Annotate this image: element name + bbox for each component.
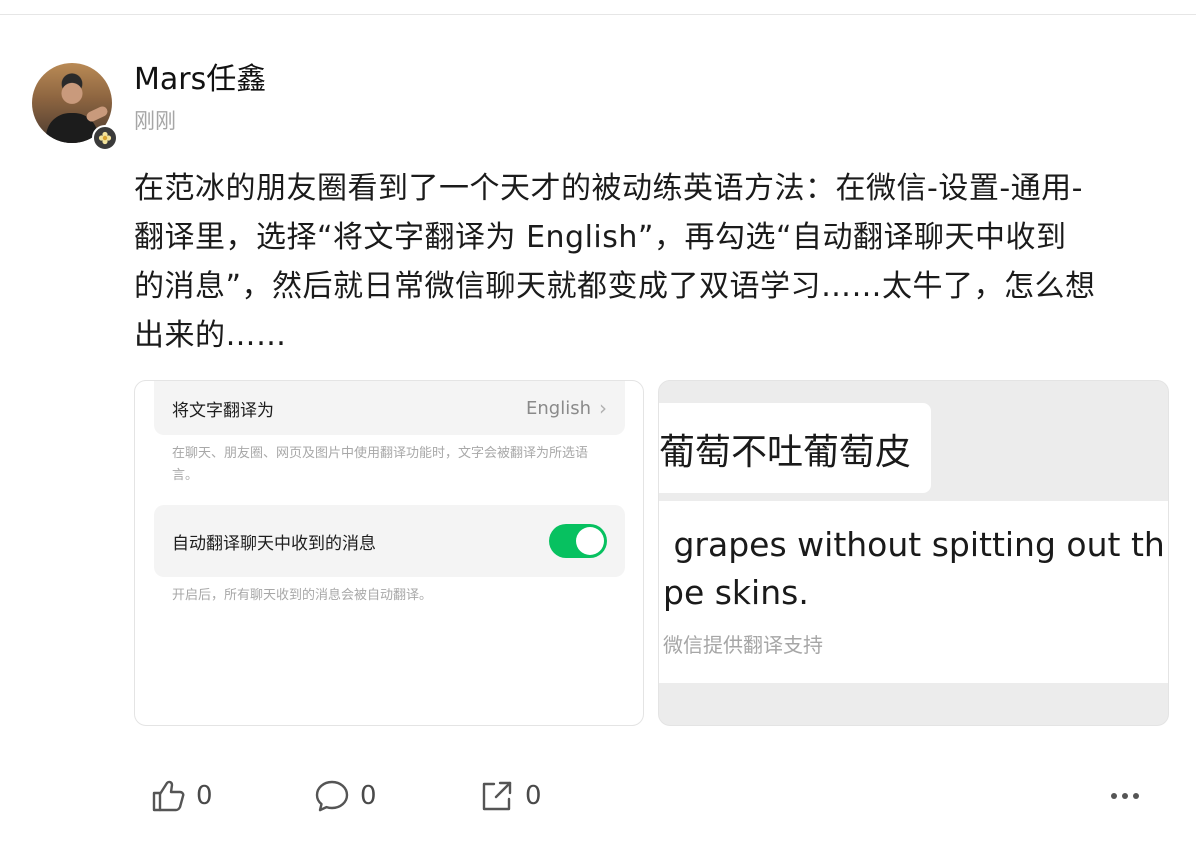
auto-translate-description: 开启后，所有聊天收到的消息会被自动翻译。: [172, 588, 433, 603]
flower-badge-icon: [92, 125, 118, 151]
translated-text: grapes without spitting out th pe skins.: [663, 525, 1165, 612]
comment-count: 0: [360, 781, 377, 811]
translate-language-value: English: [526, 397, 591, 419]
translate-language-row: 将文字翻译为 English ›: [154, 381, 625, 435]
translate-language-description: 在聊天、朋友圈、网页及图片中使用翻译功能时，文字会被翻译为所选语言。: [172, 446, 589, 483]
chevron-right-icon: ›: [599, 396, 607, 420]
top-divider: [0, 14, 1196, 15]
share-count: 0: [525, 781, 542, 811]
translation-bubble: grapes without spitting out th pe skins.…: [659, 501, 1168, 683]
thumbs-up-icon: [152, 780, 185, 812]
post-timestamp: 刚刚: [134, 109, 176, 133]
like-count: 0: [196, 781, 213, 811]
post-image-settings[interactable]: 将文字翻译为 English › 在聊天、朋友圈、网页及图片中使用翻译功能时，文…: [134, 380, 644, 726]
original-message-bubble: 葡萄不吐葡萄皮: [659, 403, 931, 493]
more-dot: [1133, 793, 1139, 799]
translate-language-value-group: English ›: [526, 396, 607, 420]
auto-translate-label: 自动翻译聊天中收到的消息: [172, 533, 376, 554]
author-name[interactable]: Mars任鑫: [134, 60, 266, 100]
more-dot: [1122, 793, 1128, 799]
comment-button[interactable]: 0: [314, 770, 377, 822]
avatar-arm: [84, 104, 110, 124]
original-message-text: 葡萄不吐葡萄皮: [659, 432, 912, 473]
auto-translate-toggle: [549, 524, 607, 558]
post-text: 在范冰的朋友圈看到了一个天才的被动练英语方法：在微信-设置-通用- 翻译里，选择…: [134, 171, 1096, 353]
post-image-translation[interactable]: 葡萄不吐葡萄皮 grapes without spitting out th p…: [658, 380, 1169, 726]
translation-credit: 微信提供翻译支持: [663, 633, 823, 657]
comment-icon: [315, 780, 349, 812]
post-actions: 0 0 0: [0, 770, 1196, 822]
like-button[interactable]: 0: [150, 770, 213, 822]
more-icon[interactable]: [1104, 770, 1146, 822]
share-icon: [482, 781, 512, 811]
auto-translate-row: 自动翻译聊天中收到的消息: [154, 505, 625, 577]
translate-language-label: 将文字翻译为: [172, 400, 274, 421]
share-button[interactable]: 0: [479, 770, 542, 822]
more-dot: [1111, 793, 1117, 799]
